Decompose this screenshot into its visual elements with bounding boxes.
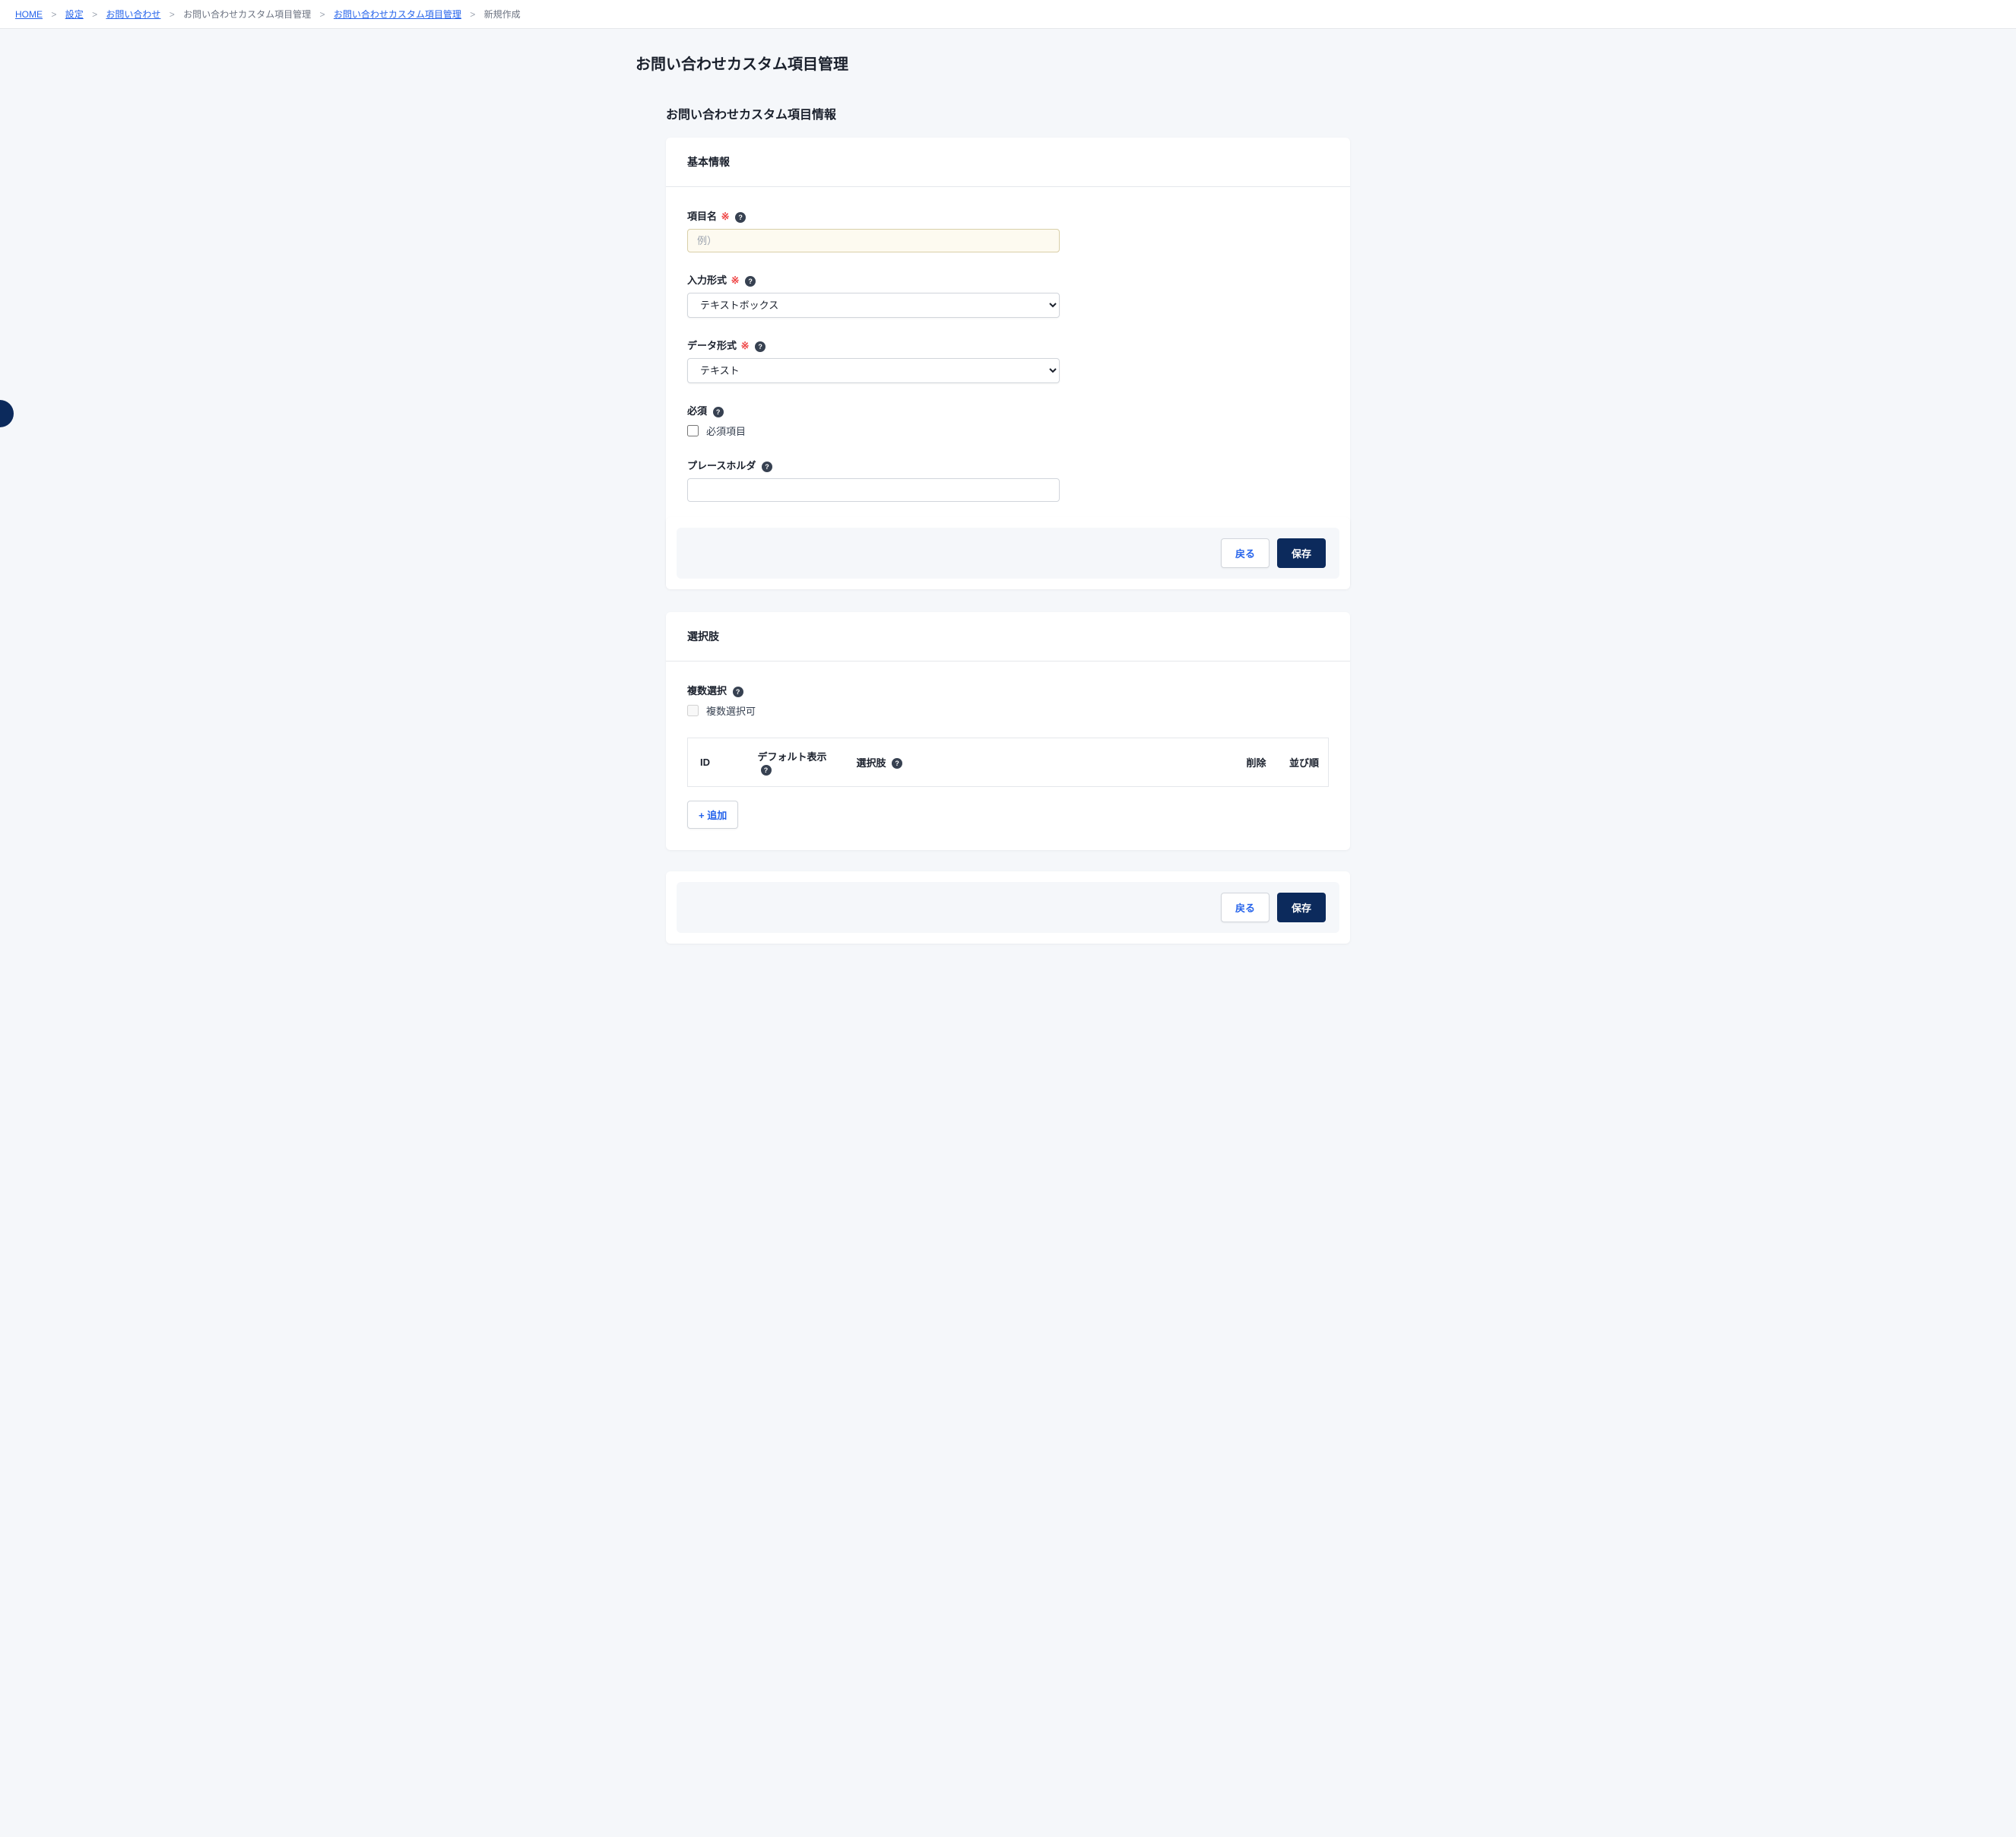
col-default: デフォルト表示 ?: [749, 738, 848, 787]
crumb-settings[interactable]: 設定: [65, 9, 84, 20]
help-icon[interactable]: ?: [745, 276, 756, 287]
options-table: ID デフォルト表示 ? 選択肢 ? 削除 並び順: [687, 738, 1329, 787]
crumb-new: 新規作成: [484, 9, 521, 20]
data-format-label: データ形式 ※ ?: [687, 338, 1329, 352]
breadcrumb: HOME > 設定 > お問い合わせ > お問い合わせカスタム項目管理 > お問…: [0, 0, 2016, 29]
back-button[interactable]: 戻る: [1221, 538, 1270, 568]
col-order: 並び順: [1276, 738, 1329, 787]
crumb-inquiry[interactable]: お問い合わせ: [106, 9, 160, 20]
breadcrumb-sep: >: [51, 9, 56, 20]
help-icon[interactable]: ?: [735, 212, 746, 223]
side-indicator-dot[interactable]: [0, 400, 14, 427]
col-option: 選択肢 ?: [848, 738, 1230, 787]
plus-icon: +: [699, 810, 707, 821]
section-title: お問い合わせカスタム項目情報: [666, 89, 1350, 138]
basic-info-header: 基本情報: [666, 138, 1350, 187]
input-format-label: 入力形式 ※ ?: [687, 272, 1329, 287]
required-mark: ※: [731, 274, 740, 286]
breadcrumb-sep: >: [470, 9, 475, 20]
multi-select-checkbox-label: 複数選択可: [706, 703, 756, 718]
help-icon[interactable]: ?: [762, 462, 772, 472]
placeholder-label: プレースホルダ ?: [687, 458, 1329, 472]
back-button[interactable]: 戻る: [1221, 893, 1270, 922]
required-mark: ※: [741, 340, 750, 351]
crumb-home[interactable]: HOME: [15, 9, 43, 20]
required-checkbox-label: 必須項目: [706, 424, 746, 438]
save-button[interactable]: 保存: [1277, 893, 1326, 922]
breadcrumb-sep: >: [320, 9, 325, 20]
field-name-input[interactable]: [687, 229, 1060, 252]
placeholder-input[interactable]: [687, 478, 1060, 502]
col-delete: 削除: [1230, 738, 1276, 787]
multi-select-label: 複数選択 ?: [687, 683, 1329, 697]
help-icon[interactable]: ?: [733, 687, 743, 697]
options-header: 選択肢: [666, 612, 1350, 662]
breadcrumb-sep: >: [170, 9, 175, 20]
help-icon[interactable]: ?: [755, 341, 766, 352]
options-card: 選択肢 複数選択 ? 複数選択可 ID: [666, 612, 1350, 850]
input-format-select[interactable]: テキストボックス: [687, 293, 1060, 318]
field-name-label: 項目名 ※ ?: [687, 208, 1329, 223]
crumb-custom-mgmt-link[interactable]: お問い合わせカスタム項目管理: [334, 9, 461, 20]
crumb-custom-mgmt: お問い合わせカスタム項目管理: [183, 9, 311, 20]
help-icon[interactable]: ?: [761, 765, 772, 776]
help-icon[interactable]: ?: [892, 758, 902, 769]
data-format-select[interactable]: テキスト: [687, 358, 1060, 383]
add-option-button[interactable]: + 追加: [687, 801, 738, 829]
breadcrumb-sep: >: [92, 9, 97, 20]
action-bar-top: 戻る 保存: [666, 517, 1350, 589]
help-icon[interactable]: ?: [713, 407, 724, 417]
multi-select-checkbox: [687, 705, 699, 716]
action-bar-bottom: 戻る 保存: [666, 871, 1350, 944]
required-mark: ※: [721, 211, 730, 222]
page-title: お問い合わせカスタム項目管理: [620, 29, 1396, 89]
required-label: 必須 ?: [687, 403, 1329, 417]
required-checkbox[interactable]: [687, 425, 699, 436]
col-id: ID: [688, 738, 749, 787]
save-button[interactable]: 保存: [1277, 538, 1326, 568]
